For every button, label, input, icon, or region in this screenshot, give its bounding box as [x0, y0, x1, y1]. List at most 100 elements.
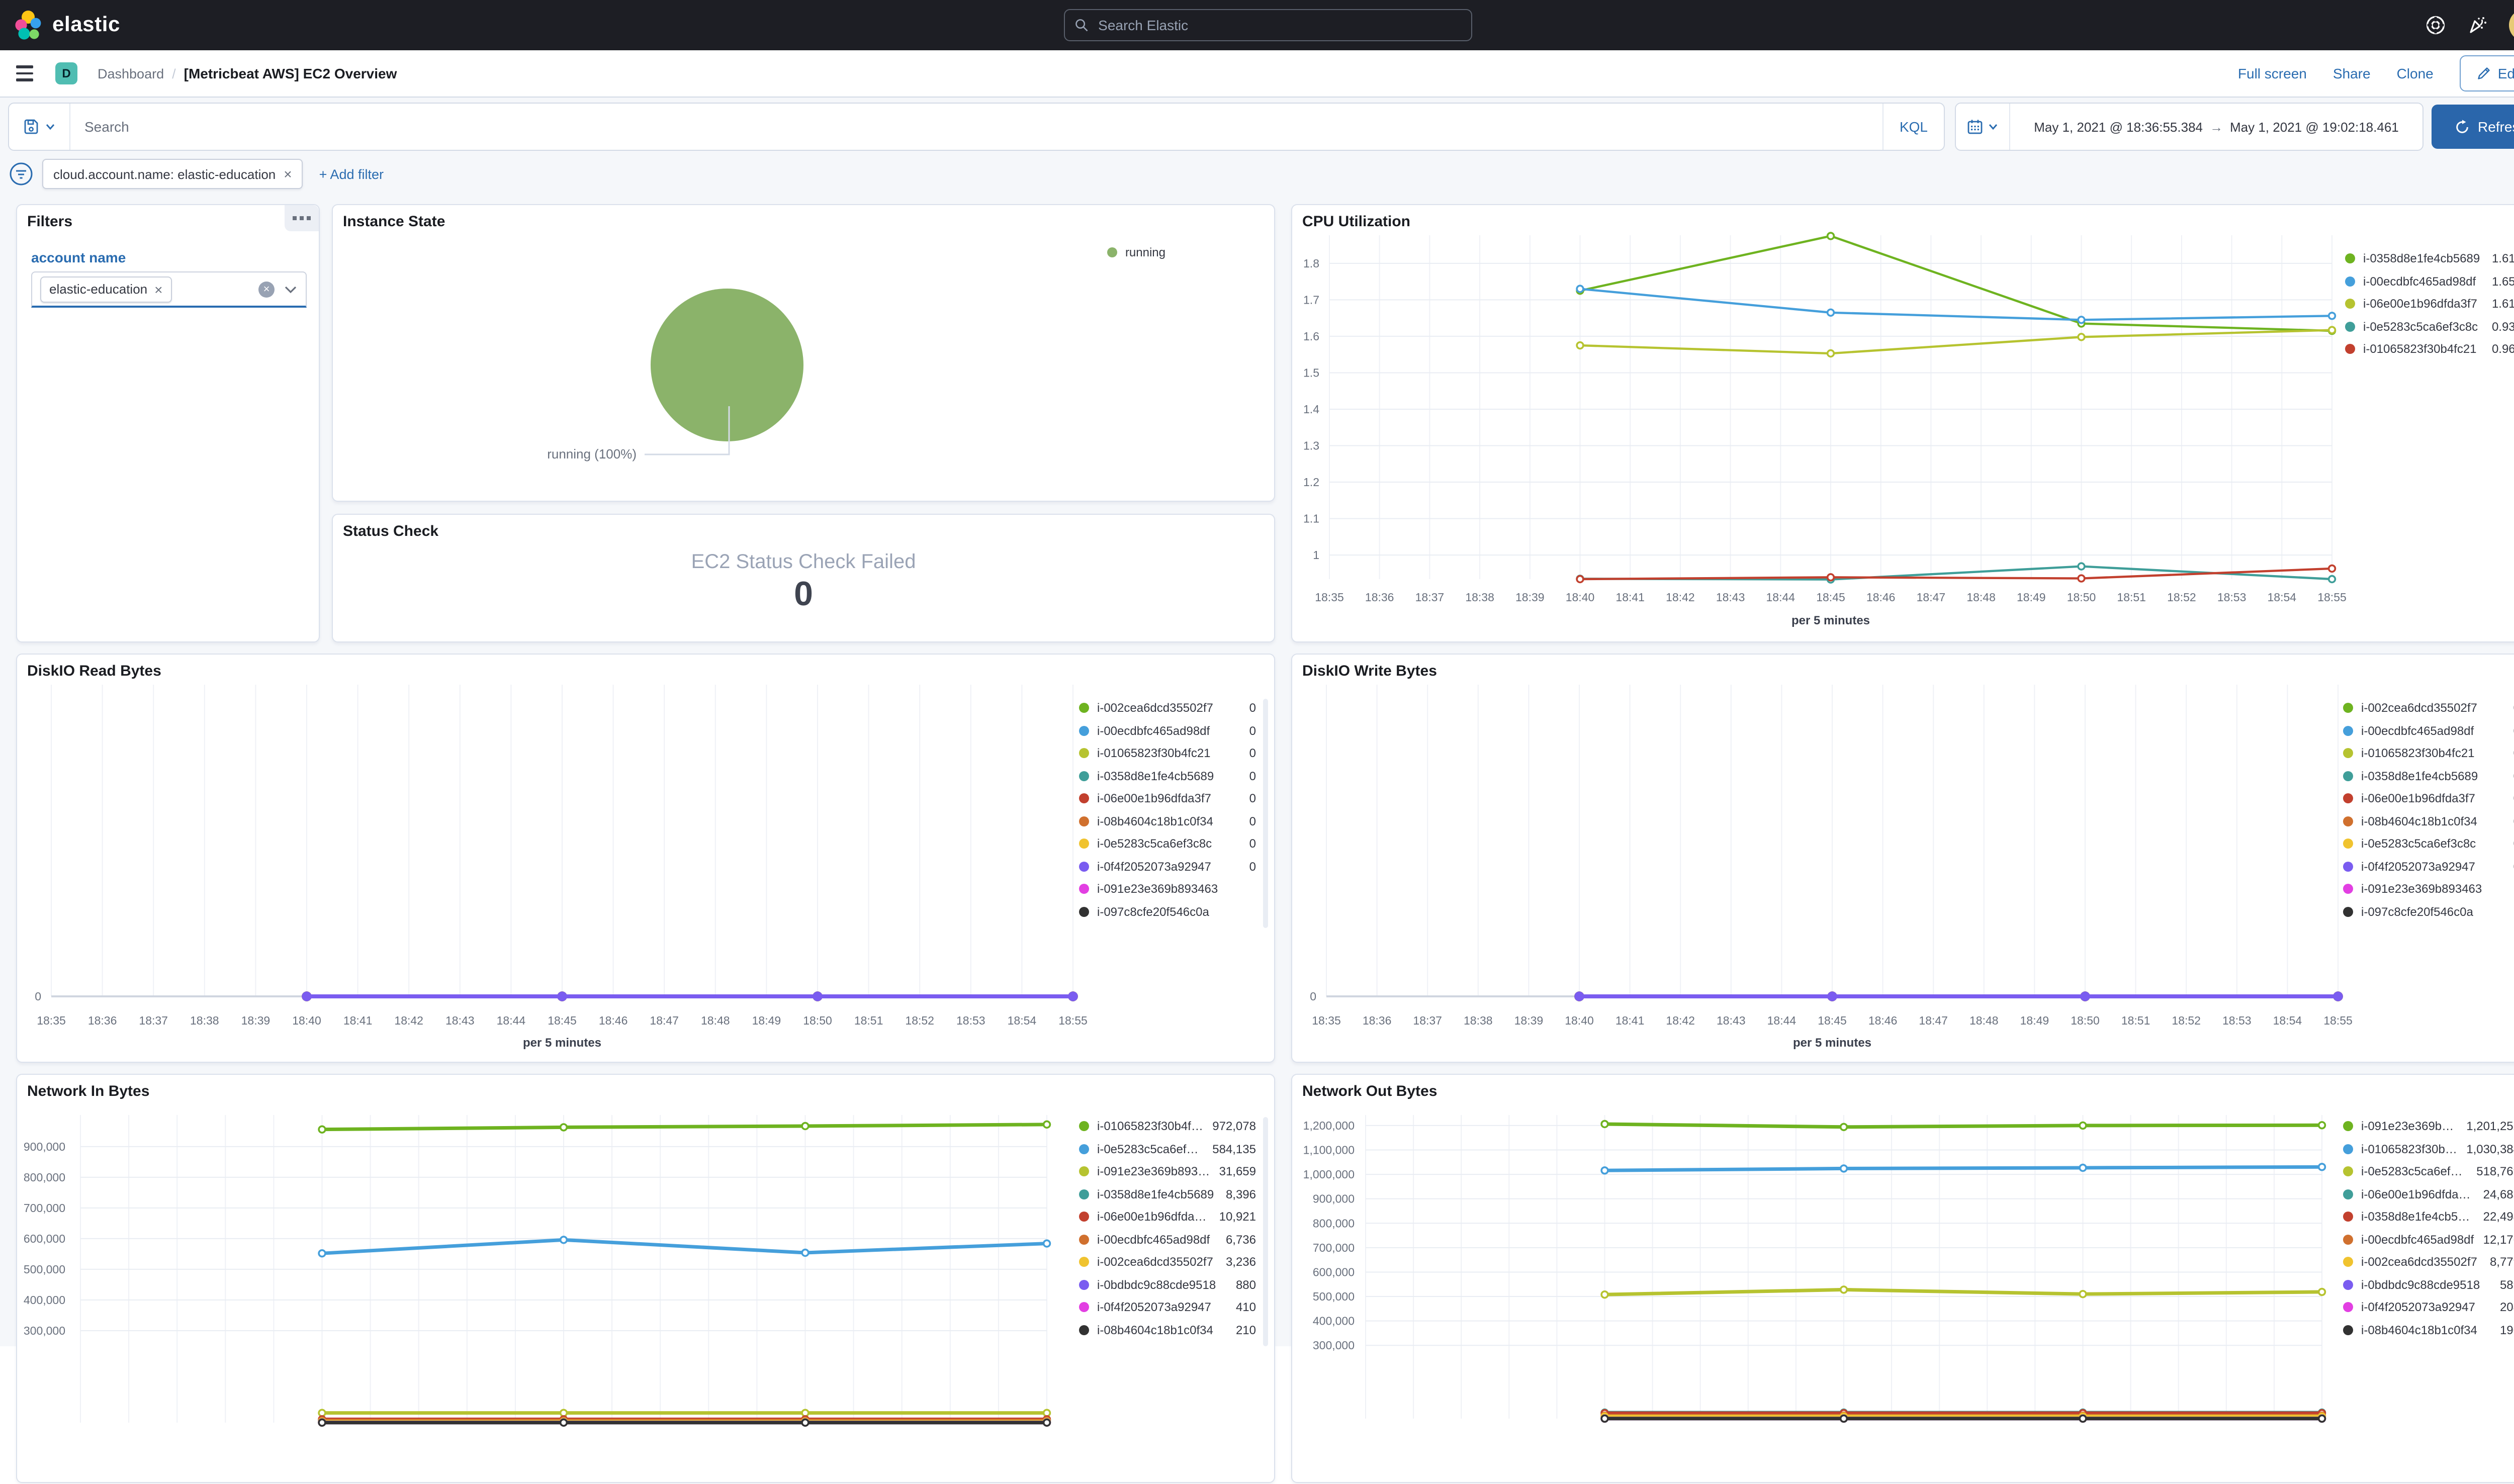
legend-item[interactable]: i-0f4f2052073a92947 410: [1079, 1296, 1256, 1319]
account-name-combobox[interactable]: elastic-education × ×: [31, 271, 307, 308]
legend-label: i-08b4604c18b1c0f34: [1097, 1323, 1213, 1337]
legend-item[interactable]: i-06e00e1b96dfda3f7 10,921: [1079, 1205, 1256, 1228]
svg-text:18:50: 18:50: [2071, 1014, 2100, 1027]
add-filter-button[interactable]: + Add filter: [319, 166, 384, 181]
filter-pill[interactable]: cloud.account.name: elastic-education ×: [42, 159, 303, 189]
legend-item[interactable]: i-0358d8e1fe4cb56890: [2343, 765, 2514, 787]
legend-item[interactable]: i-01065823f30b4fc21 0.963: [2345, 338, 2514, 360]
clone-button[interactable]: Clone: [2397, 65, 2434, 81]
breadcrumb: Dashboard / [Metricbeat AWS] EC2 Overvie…: [98, 65, 397, 81]
legend-item[interactable]: i-01065823f30b4fc210: [2343, 742, 2514, 765]
svg-text:18:44: 18:44: [1767, 1014, 1797, 1027]
legend-item[interactable]: i-097c8cfe20f546c0a: [1079, 900, 1256, 923]
network-out-line-chart[interactable]: 300,000 400,000 500,000 600,000 700,000 800,0…: [1292, 1075, 2514, 1484]
refresh-button[interactable]: Refresh: [2432, 105, 2514, 149]
search-icon: [1075, 19, 1088, 32]
date-from[interactable]: May 1, 2021 @ 18:36:55.384: [2034, 119, 2203, 134]
legend-value: 3,236: [1225, 1255, 1256, 1269]
legend-dot-icon: [2343, 839, 2353, 849]
remove-filter-icon[interactable]: ×: [284, 166, 292, 182]
kql-toggle[interactable]: KQL: [1882, 104, 1944, 150]
legend-item[interactable]: i-00ecdbfc465ad98df 6,736: [1079, 1228, 1256, 1251]
legend-item[interactable]: i-0f4f2052073a929470: [2343, 855, 2514, 878]
legend-item[interactable]: i-091e23e369b893463: [2343, 878, 2514, 900]
legend-item[interactable]: i-002cea6dcd35502f7 3,236: [1079, 1251, 1256, 1273]
legend-item[interactable]: i-00ecdbfc465ad98df 12,176: [2343, 1228, 2514, 1251]
legend-item[interactable]: i-0e5283c5ca6ef3c8c0: [2343, 832, 2514, 855]
legend-item[interactable]: i-01065823f30b4fc210: [1079, 742, 1256, 765]
legend-value: 8,396: [1225, 1187, 1256, 1201]
edit-button[interactable]: Edit: [2459, 55, 2514, 91]
saved-query-menu[interactable]: [9, 104, 70, 150]
svg-text:1.4: 1.4: [1303, 403, 1319, 416]
legend-item[interactable]: i-06e00e1b96dfda3f70: [2343, 787, 2514, 810]
legend-item[interactable]: i-0bdbdc9c88cde9518 880: [1079, 1273, 1256, 1296]
legend-item[interactable]: i-08b4604c18b1c0f340: [1079, 810, 1256, 832]
legend-item[interactable]: i-06e00e1b96dfda3f7 24,685: [2343, 1183, 2514, 1205]
help-icon[interactable]: [2425, 14, 2447, 36]
svg-text:18:48: 18:48: [1969, 1014, 1999, 1027]
share-button[interactable]: Share: [2333, 65, 2371, 81]
legend-item[interactable]: i-002cea6dcd35502f70: [1079, 697, 1256, 719]
legend-item[interactable]: i-08b4604c18b1c0f34 210: [1079, 1319, 1256, 1341]
legend-item[interactable]: i-002cea6dcd35502f70: [2343, 697, 2514, 719]
legend-item[interactable]: i-091e23e369b893... 1,201,252: [2343, 1115, 2514, 1138]
legend-item[interactable]: i-00ecdbfc465ad98df0: [1079, 719, 1256, 742]
cpu-utilization-line-chart[interactable]: 18:35 18:36 18:37 18:38 18:39 18:40 18:41 18:42…: [1292, 205, 2514, 643]
legend-item[interactable]: i-06e00e1b96dfda3f70: [1079, 787, 1256, 810]
elastic-logo[interactable]: elastic: [14, 9, 120, 41]
space-avatar[interactable]: D: [55, 62, 77, 84]
legend-item[interactable]: i-0358d8e1fe4cb5689 1.615: [2345, 247, 2514, 270]
full-screen-button[interactable]: Full screen: [2238, 65, 2307, 81]
legend-item[interactable]: i-08b4604c18b1c0f340: [2343, 810, 2514, 832]
legend-item[interactable]: i-0f4f2052073a92947 208: [2343, 1296, 2514, 1319]
legend-item[interactable]: i-00ecdbfc465ad98df0: [2343, 719, 2514, 742]
query-input-box[interactable]: KQL: [8, 103, 1945, 151]
legend-item[interactable]: i-00ecdbfc465ad98df 1.656: [2345, 270, 2514, 293]
control-label-account-name[interactable]: account name: [31, 249, 126, 265]
clear-selection-icon[interactable]: ×: [258, 281, 275, 297]
newsfeed-icon[interactable]: [2467, 14, 2489, 36]
legend-item[interactable]: i-091e23e369b893463 31,659: [1079, 1160, 1256, 1183]
diskio-write-line-chart[interactable]: 18:35 18:36 18:37 18:38 18:39 18:40 18:41 18:42…: [1292, 655, 2514, 1064]
date-quick-menu[interactable]: [1956, 104, 2010, 150]
legend-item[interactable]: i-0e5283c5ca6ef3c8c 0.934: [2345, 315, 2514, 338]
panel-options-icon[interactable]: [285, 205, 319, 231]
legend-value: 1.656: [2491, 274, 2514, 289]
chevron-down-icon[interactable]: [284, 284, 298, 294]
arrow-right-icon: →: [2210, 119, 2223, 134]
menu-icon[interactable]: [16, 65, 33, 81]
legend-item[interactable]: i-0e5283c5ca6ef3c8c 518,769: [2343, 1160, 2514, 1183]
legend-item[interactable]: i-0e5283c5ca6ef3c8c0: [1079, 832, 1256, 855]
svg-text:18:52: 18:52: [2172, 1014, 2201, 1027]
legend-item[interactable]: i-091e23e369b893463: [1079, 878, 1256, 900]
legend-item[interactable]: i-0e5283c5ca6ef3c8c 584,135: [1079, 1138, 1256, 1160]
logo-text: elastic: [52, 13, 120, 36]
legend-item[interactable]: running: [1107, 241, 1174, 264]
filter-options-icon[interactable]: [8, 161, 34, 187]
legend-item[interactable]: i-08b4604c18b1c0f34 196: [2343, 1319, 2514, 1341]
legend-item[interactable]: i-097c8cfe20f546c0a: [2343, 900, 2514, 923]
global-search-input[interactable]: [1096, 16, 1461, 34]
legend-item[interactable]: i-06e00e1b96dfda3f7 1.617: [2345, 293, 2514, 315]
legend-scrollbar[interactable]: [1263, 1117, 1268, 1346]
legend-item[interactable]: i-0358d8e1fe4cb5689 22,498: [2343, 1205, 2514, 1228]
legend-item[interactable]: i-01065823f30b4fc21 972,078: [1079, 1115, 1256, 1138]
legend-dot-icon: [1079, 906, 1089, 917]
query-search-input[interactable]: [70, 119, 1882, 135]
remove-option-icon[interactable]: ×: [154, 281, 162, 297]
legend-item[interactable]: i-0bdbdc9c88cde9518 589: [2343, 1273, 2514, 1296]
page-title: [Metricbeat AWS] EC2 Overview: [184, 65, 397, 81]
date-to[interactable]: May 1, 2021 @ 19:02:18.461: [2230, 119, 2399, 134]
svg-text:1.3: 1.3: [1303, 439, 1319, 452]
legend-item[interactable]: i-01065823f30b4fc... 1,030,384: [2343, 1138, 2514, 1160]
selected-option-pill[interactable]: elastic-education ×: [40, 276, 172, 302]
legend-item[interactable]: i-002cea6dcd35502f7 8,779: [2343, 1251, 2514, 1273]
breadcrumb-dashboard[interactable]: Dashboard: [98, 66, 164, 81]
global-search[interactable]: [1064, 9, 1472, 41]
legend-item[interactable]: i-0358d8e1fe4cb56890: [1079, 765, 1256, 787]
legend-item[interactable]: i-0358d8e1fe4cb5689 8,396: [1079, 1183, 1256, 1205]
legend-scrollbar[interactable]: [1263, 699, 1268, 928]
user-avatar[interactable]: m: [2509, 9, 2514, 41]
legend-item[interactable]: i-0f4f2052073a929470: [1079, 855, 1256, 878]
